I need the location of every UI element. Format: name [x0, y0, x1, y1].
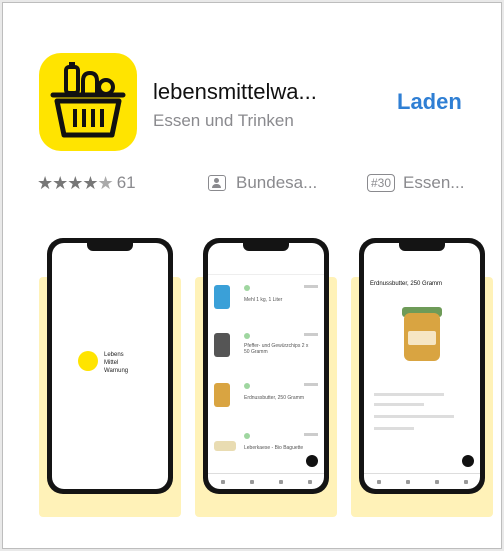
rating-count: 61 — [116, 173, 136, 192]
phone-notch — [243, 243, 289, 251]
phone-screen: Erdnussbutter, 250 Gramm — [364, 243, 480, 489]
star-icon: ★★★★ — [37, 172, 99, 193]
phone-screen: Mehl 1 kg, 1 Liter Pfeffer- und Gewürzch… — [208, 243, 324, 489]
rating: ★★★★ ★ 61 — [37, 171, 136, 195]
screenshot-3[interactable]: Erdnussbutter, 250 Gramm — [351, 235, 493, 517]
app-name: lebensmittelwa... — [153, 79, 317, 104]
product-thumb — [214, 285, 230, 309]
phone-notch — [399, 243, 445, 251]
product-thumb — [214, 383, 230, 407]
phone-frame: Erdnussbutter, 250 Gramm — [359, 238, 485, 494]
list-item[interactable]: Erdnussbutter, 250 Gramm — [208, 377, 324, 413]
get-button[interactable]: Laden — [397, 89, 462, 115]
chart-rank[interactable]: #30 Essen... — [367, 171, 464, 195]
rank-badge: #30 — [367, 174, 396, 192]
app-store-listing: lebensmittelwa... Essen und Trinken Lade… — [2, 2, 502, 549]
detail-title: Erdnussbutter, 250 Gramm — [370, 281, 443, 287]
tab-bar[interactable] — [364, 473, 480, 489]
screenshot-2[interactable]: Mehl 1 kg, 1 Liter Pfeffer- und Gewürzch… — [195, 235, 337, 517]
developer-name: Bundesa... — [236, 173, 318, 192]
add-button[interactable] — [306, 455, 318, 467]
phone-screen: Lebens Mittel Warnung — [52, 243, 168, 489]
developer-info[interactable]: Bundesa... — [208, 171, 317, 195]
developer-icon — [208, 175, 226, 191]
phone-notch — [87, 243, 133, 251]
app-category: Essen und Trinken — [153, 111, 294, 130]
shopping-basket-icon[interactable] — [39, 53, 137, 151]
product-thumb — [214, 333, 230, 357]
screenshot-1[interactable]: Lebens Mittel Warnung — [39, 235, 181, 517]
splash-logo-text: Lebens Mittel Warnung — [104, 352, 129, 374]
rank-category: Essen... — [403, 173, 465, 192]
phone-frame: Lebens Mittel Warnung — [47, 238, 173, 494]
logo-icon — [78, 351, 98, 371]
list-item[interactable]: Mehl 1 kg, 1 Liter — [208, 279, 324, 315]
half-star-icon: ★ — [97, 172, 114, 193]
phone-frame: Mehl 1 kg, 1 Liter Pfeffer- und Gewürzch… — [203, 238, 329, 494]
tab-bar[interactable] — [208, 473, 324, 489]
share-button[interactable] — [462, 455, 474, 467]
filter-bar[interactable] — [208, 265, 324, 275]
list-item[interactable]: Pfeffer- und Gewürzchips 2 x 50 Gramm — [208, 327, 324, 363]
product-thumb — [214, 441, 236, 451]
